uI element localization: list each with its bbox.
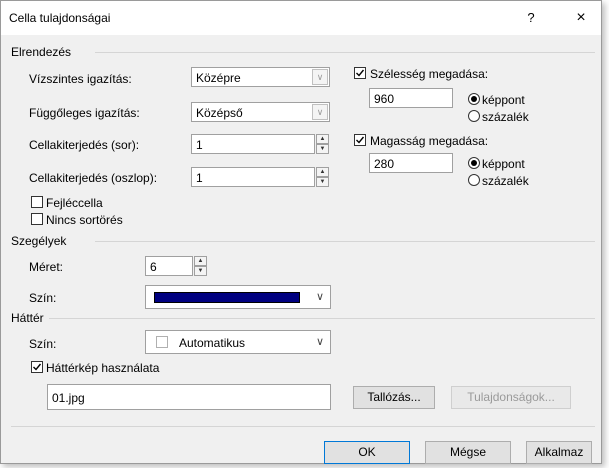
- chevron-down-icon[interactable]: ∨: [316, 290, 324, 303]
- close-button[interactable]: ×: [567, 7, 595, 29]
- width-label: Szélesség megadása:: [370, 67, 489, 81]
- browse-button[interactable]: Tallózás...: [353, 386, 435, 409]
- height-checkbox[interactable]: [354, 134, 366, 146]
- height-percent-radio[interactable]: [468, 174, 480, 186]
- vertical-align-value: Középső: [196, 106, 243, 120]
- horizontal-align-select[interactable]: Középre ∨: [191, 67, 330, 87]
- chevron-down-icon[interactable]: ∨: [312, 69, 328, 85]
- colspan-value: 1: [196, 171, 203, 185]
- width-input[interactable]: 960: [369, 88, 453, 108]
- border-size-spinner[interactable]: ▲ ▼: [194, 256, 207, 276]
- width-percent-radio[interactable]: [468, 110, 480, 122]
- border-size-value: 6: [150, 260, 157, 274]
- help-button[interactable]: ?: [517, 7, 545, 29]
- spin-down-icon[interactable]: ▼: [316, 177, 329, 187]
- spin-down-icon[interactable]: ▼: [316, 144, 329, 154]
- height-pixel-radio[interactable]: [468, 157, 480, 169]
- height-input[interactable]: 280: [369, 153, 453, 173]
- rowspan-value: 1: [196, 138, 203, 152]
- background-image-path-value: 01.jpg: [52, 391, 85, 405]
- background-group-divider: [49, 318, 595, 319]
- check-icon: [356, 69, 365, 77]
- background-group-title: Háttér: [11, 311, 44, 325]
- spin-up-icon[interactable]: ▲: [316, 167, 329, 177]
- ok-button[interactable]: OK: [324, 441, 410, 464]
- header-cell-label: Fejléccella: [46, 196, 103, 210]
- height-value: 280: [374, 157, 395, 171]
- chevron-down-icon[interactable]: ∨: [316, 335, 324, 348]
- border-size-label: Méret:: [29, 260, 64, 274]
- background-image-label: Háttérkép használata: [46, 361, 160, 375]
- width-pixel-radio[interactable]: [468, 93, 480, 105]
- border-color-swatch: [154, 292, 300, 303]
- vertical-align-select[interactable]: Középső ∨: [191, 102, 330, 122]
- background-color-select[interactable]: Automatikus ∨: [145, 330, 331, 354]
- colspan-input[interactable]: 1: [191, 167, 315, 187]
- background-color-value: Automatikus: [179, 336, 246, 350]
- title-bar: Cella tulajdonságai ? ×: [1, 1, 601, 35]
- no-wrap-checkbox[interactable]: [31, 213, 43, 225]
- no-wrap-label: Nincs sortörés: [46, 213, 123, 227]
- width-checkbox[interactable]: [354, 67, 366, 79]
- chevron-down-icon[interactable]: ∨: [312, 104, 328, 120]
- width-pixel-label: képpont: [482, 93, 525, 107]
- rowspan-label: Cellakiterjedés (sor):: [29, 138, 140, 152]
- layout-group-divider: [95, 52, 595, 53]
- borders-group-divider: [95, 241, 595, 242]
- vertical-align-label: Függőleges igazítás:: [29, 106, 140, 120]
- spin-up-icon[interactable]: ▲: [316, 134, 329, 144]
- window-title: Cella tulajdonságai: [9, 11, 111, 25]
- border-size-input[interactable]: 6: [145, 256, 193, 276]
- background-image-path-input[interactable]: 01.jpg: [47, 384, 331, 410]
- border-color-label: Szín:: [29, 291, 57, 305]
- colspan-spinner[interactable]: ▲ ▼: [316, 167, 329, 187]
- spin-down-icon[interactable]: ▼: [194, 266, 207, 276]
- rowspan-spinner[interactable]: ▲ ▼: [316, 134, 329, 154]
- height-percent-label: százalék: [482, 174, 529, 188]
- height-label: Magasság megadása:: [370, 134, 489, 148]
- spin-up-icon[interactable]: ▲: [194, 256, 207, 266]
- borders-group-title: Szegélyek: [11, 234, 67, 248]
- check-icon: [356, 136, 365, 144]
- background-image-checkbox[interactable]: [31, 361, 43, 373]
- cell-properties-dialog: Cella tulajdonságai ? × Elrendezés Vízsz…: [0, 0, 602, 464]
- header-cell-checkbox[interactable]: [31, 196, 43, 208]
- colspan-label: Cellakiterjedés (oszlop):: [29, 171, 158, 185]
- horizontal-align-value: Középre: [196, 71, 241, 85]
- check-icon: [33, 363, 42, 371]
- width-value: 960: [374, 92, 395, 106]
- image-properties-button[interactable]: Tulajdonságok...: [451, 386, 571, 409]
- layout-group-title: Elrendezés: [11, 45, 72, 59]
- width-percent-label: százalék: [482, 110, 529, 124]
- height-pixel-label: képpont: [482, 157, 525, 171]
- rowspan-input[interactable]: 1: [191, 134, 315, 154]
- cancel-button[interactable]: Mégse: [425, 441, 511, 464]
- background-color-label: Szín:: [29, 337, 57, 351]
- horizontal-align-label: Vízszintes igazítás:: [29, 72, 132, 86]
- border-color-select[interactable]: ∨: [145, 285, 331, 309]
- color-swatch-icon: [156, 336, 168, 348]
- apply-button[interactable]: Alkalmaz: [526, 441, 592, 464]
- footer-divider: [11, 426, 595, 427]
